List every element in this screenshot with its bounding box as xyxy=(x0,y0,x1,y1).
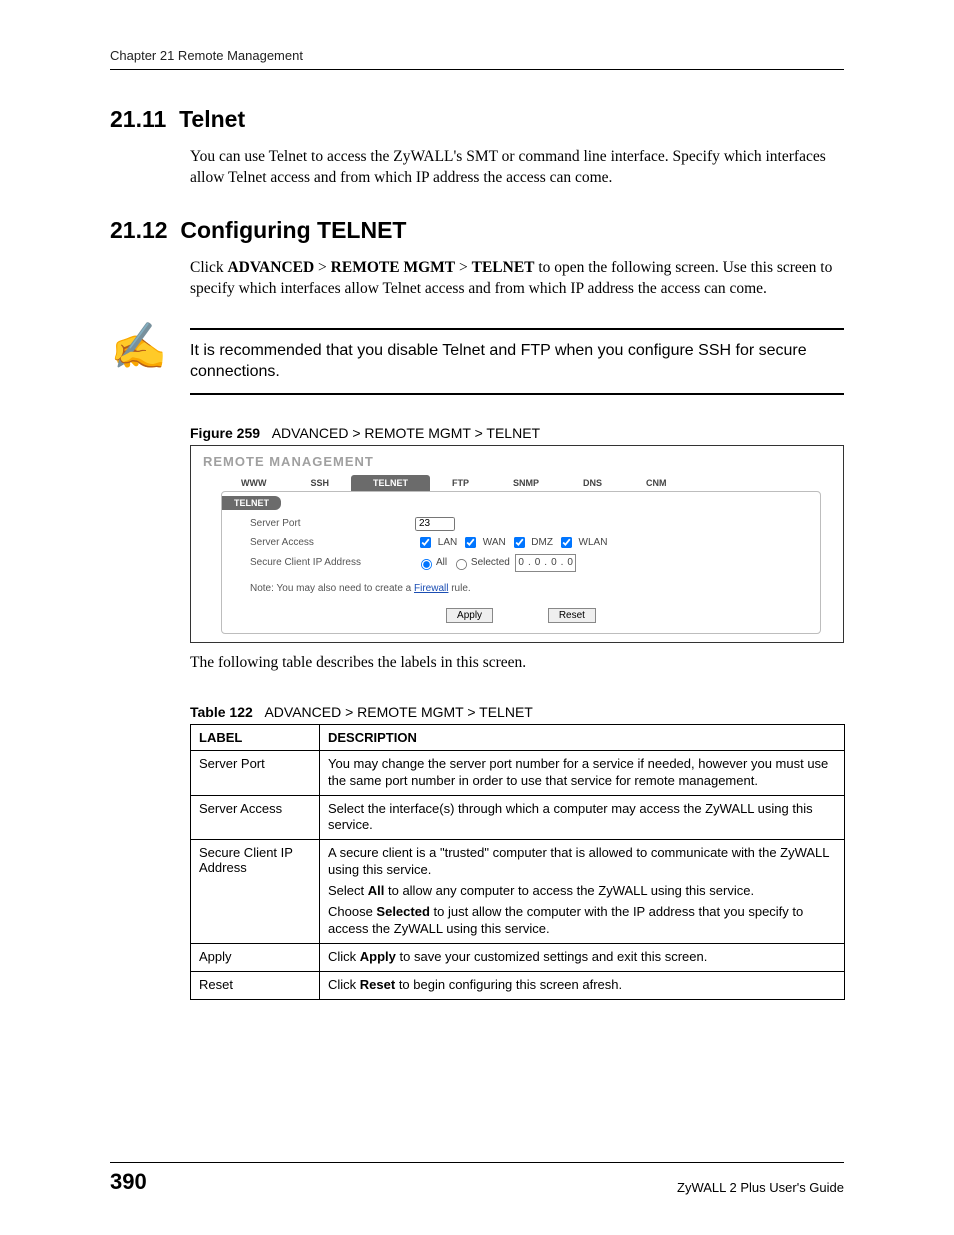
table-label: Table 122 xyxy=(190,704,253,720)
text: Click xyxy=(190,259,227,276)
label-secure-ip: Secure Client IP Address xyxy=(250,557,415,568)
ip-octet-2[interactable]: 0 xyxy=(535,557,541,568)
ip-octet-3[interactable]: 0 xyxy=(551,557,557,568)
section-num: 21.11 xyxy=(110,106,166,132)
tab-cnm[interactable]: CNM xyxy=(624,475,689,491)
tab-snmp[interactable]: SNMP xyxy=(491,475,561,491)
breadcrumb-telnet: TELNET xyxy=(472,259,535,276)
section-num: 21.12 xyxy=(110,217,168,243)
firewall-link[interactable]: Firewall xyxy=(414,583,448,594)
page-number: 390 xyxy=(110,1169,147,1195)
text: Note: You may also need to create a xyxy=(250,583,414,594)
text: > xyxy=(314,259,331,276)
checkbox-wan[interactable] xyxy=(465,537,476,548)
ui-tabbar: WWWSSHTELNETFTPSNMPDNSCNM xyxy=(219,475,835,491)
input-server-port[interactable] xyxy=(415,517,455,531)
ip-input-group: 0. 0. 0. 0 xyxy=(515,554,576,572)
section-heading-telnet: 21.11 Telnet xyxy=(110,106,844,133)
figure-label: Figure 259 xyxy=(190,425,260,441)
table-caption-text: ADVANCED > REMOTE MGMT > TELNET xyxy=(264,704,532,720)
ui-app-title: REMOTE MANAGEMENT xyxy=(203,454,835,469)
th-description: DESCRIPTION xyxy=(320,724,845,750)
ip-octet-4[interactable]: 0 xyxy=(567,557,573,568)
tab-telnet[interactable]: TELNET xyxy=(351,475,430,491)
cell-label: Server Port xyxy=(191,750,320,795)
cell-label: Reset xyxy=(191,971,320,999)
radio-all[interactable] xyxy=(421,559,432,570)
tab-ftp[interactable]: FTP xyxy=(430,475,491,491)
cell-description: You may change the server port number fo… xyxy=(320,750,845,795)
ip-octet-1[interactable]: 0 xyxy=(518,557,524,568)
figure-caption-text: ADVANCED > REMOTE MGMT > TELNET xyxy=(272,425,540,441)
section-heading-config-telnet: 21.12 Configuring TELNET xyxy=(110,217,844,244)
tab-dns[interactable]: DNS xyxy=(561,475,624,491)
table-row: Secure Client IP AddressA secure client … xyxy=(191,840,845,943)
guide-title: ZyWALL 2 Plus User's Guide xyxy=(677,1180,844,1195)
label-server-access: Server Access xyxy=(250,537,415,548)
section-title: Telnet xyxy=(179,106,245,132)
radio-selected-label: Selected xyxy=(471,557,510,568)
apply-button[interactable]: Apply xyxy=(446,608,493,623)
radio-selected[interactable] xyxy=(456,559,467,570)
table-caption: Table 122 ADVANCED > REMOTE MGMT > TELNE… xyxy=(190,704,844,720)
section-paragraph: Click ADVANCED > REMOTE MGMT > TELNET to… xyxy=(190,258,844,300)
section-paragraph: You can use Telnet to access the ZyWALL'… xyxy=(190,147,844,189)
note-text: It is recommended that you disable Telne… xyxy=(190,328,844,395)
tab-ssh[interactable]: SSH xyxy=(288,475,351,491)
cell-description: Select the interface(s) through which a … xyxy=(320,795,845,840)
cell-label: Server Access xyxy=(191,795,320,840)
section-title: Configuring TELNET xyxy=(180,217,406,243)
note-icon: ✍ xyxy=(110,324,167,370)
checkbox-lan[interactable] xyxy=(420,537,431,548)
checkbox-label-wlan: WLAN xyxy=(576,537,608,548)
ui-screenshot: REMOTE MANAGEMENT WWWSSHTELNETFTPSNMPDNS… xyxy=(190,445,844,643)
table-row: ResetClick Reset to begin configuring th… xyxy=(191,971,845,999)
cell-label: Apply xyxy=(191,943,320,971)
text: rule. xyxy=(448,583,470,594)
checkbox-dmz[interactable] xyxy=(514,537,525,548)
row-secure-ip: Secure Client IP Address All Selected 0.… xyxy=(222,553,820,573)
description-table: LABEL DESCRIPTION Server PortYou may cha… xyxy=(190,724,845,1000)
breadcrumb-remote-mgmt: REMOTE MGMT xyxy=(331,259,455,276)
table-row: ApplyClick Apply to save your customized… xyxy=(191,943,845,971)
cell-description: A secure client is a "trusted" computer … xyxy=(320,840,845,943)
radio-all-label: All xyxy=(436,557,447,568)
row-server-port: Server Port xyxy=(222,516,820,532)
row-server-access: Server Access LAN WAN DMZ WLAN xyxy=(222,532,820,553)
table-row: Server AccessSelect the interface(s) thr… xyxy=(191,795,845,840)
checkbox-label-dmz: DMZ xyxy=(529,537,556,548)
checkbox-wlan[interactable] xyxy=(561,537,572,548)
cell-description: Click Apply to save your customized sett… xyxy=(320,943,845,971)
text: > xyxy=(455,259,472,276)
cell-description: Click Reset to begin configuring this sc… xyxy=(320,971,845,999)
running-header: Chapter 21 Remote Management xyxy=(110,48,844,70)
ui-panel: TELNET Server Port Server Access LAN WAN… xyxy=(221,491,821,634)
breadcrumb-advanced: ADVANCED xyxy=(227,259,314,276)
ui-note-line: Note: You may also need to create a Fire… xyxy=(222,573,820,598)
th-label: LABEL xyxy=(191,724,320,750)
table-row: Server PortYou may change the server por… xyxy=(191,750,845,795)
figure-caption: Figure 259 ADVANCED > REMOTE MGMT > TELN… xyxy=(190,425,844,441)
cell-label: Secure Client IP Address xyxy=(191,840,320,943)
checkbox-label-lan: LAN xyxy=(435,537,460,548)
reset-button[interactable]: Reset xyxy=(548,608,596,623)
post-figure-paragraph: The following table describes the labels… xyxy=(190,653,844,674)
checkbox-label-wan: WAN xyxy=(480,537,509,548)
tab-www[interactable]: WWW xyxy=(219,475,288,491)
ui-section-tag: TELNET xyxy=(222,496,281,510)
label-server-port: Server Port xyxy=(250,518,415,529)
